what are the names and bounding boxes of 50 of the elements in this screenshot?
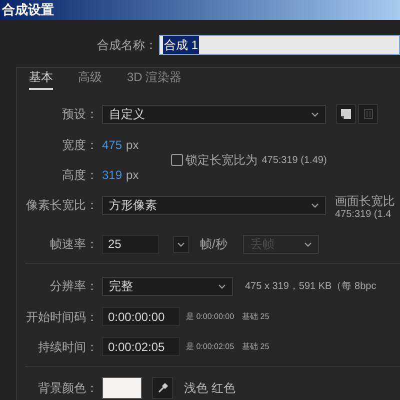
input-field[interactable]: 0:00:02:05 — [102, 337, 180, 356]
dimension-value[interactable]: 319 — [102, 166, 122, 184]
input-field[interactable]: 合成 1 — [159, 35, 400, 55]
unit-label: px — [126, 137, 139, 154]
new-preset-button[interactable] — [336, 104, 356, 124]
timebase-text: 基础 25 — [242, 340, 270, 352]
frame-aspect-label: 画面长宽比 — [335, 195, 395, 208]
field-label: 宽度： — [61, 137, 98, 154]
page-icon — [341, 109, 351, 119]
rate-dropdown-button[interactable] — [173, 236, 189, 252]
field-label: 帧速率： — [49, 236, 98, 253]
dimension-value[interactable]: 475 — [102, 136, 122, 154]
field-label: 合成名称： — [96, 37, 157, 54]
chevron-icon — [311, 112, 319, 116]
tab[interactable]: 基本 — [29, 68, 53, 90]
unit-label: px — [126, 167, 139, 184]
dropdown[interactable]: 方形像素 — [102, 196, 326, 214]
dropdown[interactable]: 完整 — [102, 276, 233, 296]
color-name: 浅色 红色 — [184, 380, 236, 397]
field-label: 背景颜色： — [37, 380, 98, 397]
trash-icon — [364, 109, 372, 119]
timecode-info: 是 0:00:00:00 — [186, 310, 234, 322]
frame-aspect-value: 475:319 (1.4 — [335, 208, 392, 221]
chevron-icon — [311, 202, 319, 208]
dropdown[interactable]: 自定义 — [102, 104, 326, 124]
timecode-info: 是 0:00:02:05 — [186, 340, 234, 352]
resolution-info: 475 x 319，591 KB（每 8bpc — [245, 280, 376, 294]
tab[interactable]: 3D 渲染器 — [127, 68, 182, 90]
field-label: 高度： — [61, 167, 98, 184]
field-label: 持续时间： — [37, 338, 98, 356]
chevron-icon — [177, 242, 185, 246]
unit-label: 帧/秒 — [200, 236, 228, 253]
input-field[interactable]: 0:00:00:00 — [102, 307, 180, 326]
chevron-icon — [304, 242, 312, 246]
checkbox-label: 锁定长宽比为 — [186, 152, 258, 169]
eyedropper-icon — [156, 382, 168, 394]
selected-text: 合成 1 — [163, 36, 200, 54]
checkbox[interactable] — [170, 154, 183, 166]
tab[interactable]: 高级 — [78, 68, 102, 90]
field-label: 预设： — [61, 106, 98, 123]
color-swatch[interactable] — [102, 377, 142, 399]
field-label: 开始时间码： — [25, 308, 98, 326]
field-label: 分辨率： — [49, 278, 98, 295]
ratio-text: 475:319 (1.49) — [262, 154, 327, 168]
chevron-icon — [218, 284, 226, 288]
window-title: 合成设置 — [0, 0, 400, 20]
timebase-text: 基础 25 — [242, 310, 270, 322]
eyedropper-button[interactable] — [152, 377, 173, 399]
input-field[interactable]: 25 — [102, 234, 159, 254]
field-label: 像素长宽比： — [25, 197, 98, 214]
